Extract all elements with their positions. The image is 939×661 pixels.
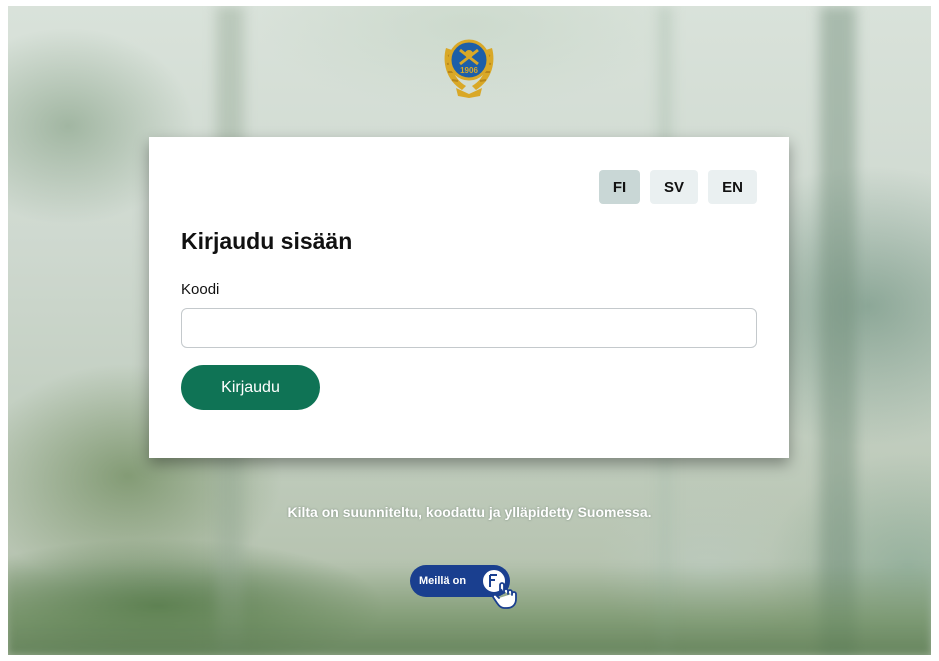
language-sv-button[interactable]: SV [650, 170, 698, 204]
hand-pointer-icon [481, 568, 517, 609]
login-button[interactable]: Kirjaudu [181, 365, 320, 410]
page-background: 1906 FI SV EN Kirjaudu sisään Koodi Kirj… [8, 6, 931, 655]
login-card: FI SV EN Kirjaudu sisään Koodi Kirjaudu [149, 137, 789, 458]
language-en-button[interactable]: EN [708, 170, 757, 204]
code-input[interactable] [181, 308, 757, 348]
background-pillar [820, 6, 856, 655]
made-in-finland-badge[interactable]: Meillä on [410, 565, 517, 609]
footer-text: Kilta on suunniteltu, koodattu ja ylläpi… [287, 504, 652, 520]
guild-emblem-icon: 1906 [444, 39, 494, 98]
page-title: Kirjaudu sisään [181, 228, 353, 254]
svg-text:1906: 1906 [460, 66, 478, 75]
badge-label: Meillä on [419, 575, 467, 587]
code-label: Koodi [181, 281, 220, 298]
language-switcher: FI SV EN [599, 170, 757, 204]
language-fi-button[interactable]: FI [599, 170, 640, 204]
